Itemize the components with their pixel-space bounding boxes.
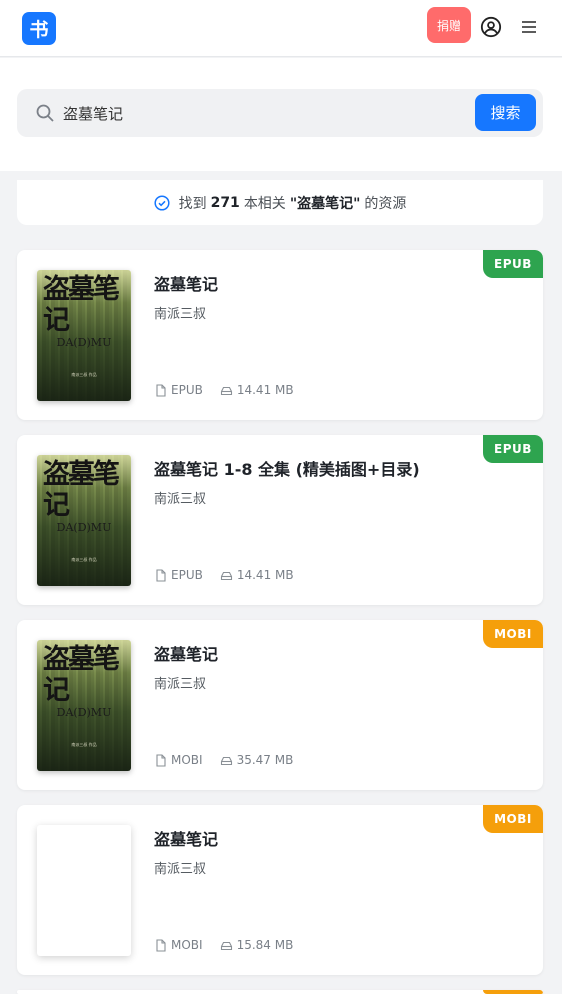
result-count: 271 [210,194,240,211]
book-cover[interactable]: 盗墓笔记 DA(D)MU 南派三叔 作品 [37,270,131,401]
book-card[interactable]: 盗墓笔记 DA(D)MU 南派三叔 作品 盗墓笔记 南派三叔 EPUB 14.4… [17,250,543,420]
storage-icon [220,756,232,765]
book-format: MOBI [171,753,203,767]
book-cover[interactable]: 盗墓笔记 DA(D)MU 南派三叔 作品 [37,455,131,586]
book-author: 南派三叔 [154,862,207,877]
book-size: 35.47 MB [236,753,294,767]
book-author: 南派三叔 [154,307,207,322]
search-button[interactable]: 搜索 [475,94,536,131]
cover-subtitle: DA(D)MU [56,521,112,534]
storage-icon [220,941,232,950]
book-size: 15.84 MB [236,938,294,952]
check-circle-icon [154,194,170,211]
cover-subtitle: DA(D)MU [56,706,112,719]
book-card[interactable]: 盗墓笔记 南派三叔 MOBI 15.84 MB MOBI [17,805,543,975]
result-query: "盗墓笔记" [289,195,361,212]
file-icon [156,568,166,582]
site-logo[interactable]: 书 [22,12,56,45]
book-cover-placeholder[interactable] [37,825,131,956]
top-header: 书 捐赠 [0,0,562,57]
format-badge: MOBI [483,620,543,648]
donate-button[interactable]: 捐赠 [427,7,471,43]
book-meta: MOBI 35.47 MB [154,753,293,767]
cover-credit: 南派三叔 作品 [71,742,97,747]
book-title[interactable]: 盗墓笔记 1-8 全集 (精美插图+目录) [154,456,420,480]
book-meta: EPUB 14.41 MB [154,383,294,397]
book-size: 14.41 MB [236,568,294,582]
format-badge: MOBI [483,805,543,833]
book-format: EPUB [171,568,203,582]
result-middle: 本相关 [243,195,286,212]
format-badge-partial [483,990,543,994]
book-author: 南派三叔 [154,492,207,507]
book-meta: MOBI 15.84 MB [154,938,293,952]
file-icon [156,383,166,397]
book-meta: EPUB 14.41 MB [154,568,294,582]
book-card-partial[interactable] [17,990,543,994]
search-section: 搜索 [0,58,562,171]
format-badge: EPUB [483,435,543,463]
search-bar: 搜索 [17,89,543,137]
search-input[interactable] [63,89,463,137]
cover-title: 盗墓笔记 [43,274,120,336]
result-suffix: 的资源 [364,195,407,212]
cover-credit: 南派三叔 作品 [71,557,97,562]
storage-icon [220,386,232,395]
cover-credit: 南派三叔 作品 [71,372,97,377]
book-title[interactable]: 盗墓笔记 [154,641,218,665]
book-card[interactable]: 盗墓笔记 DA(D)MU 南派三叔 作品 盗墓笔记 南派三叔 MOBI 35.4… [17,620,543,790]
result-summary: 找到 271 本相关 "盗墓笔记" 的资源 [17,180,543,225]
result-prefix: 找到 [178,195,207,212]
book-title[interactable]: 盗墓笔记 [154,826,218,850]
cover-title: 盗墓笔记 [43,459,120,521]
search-icon [36,104,54,122]
file-icon [156,753,166,767]
book-format: EPUB [171,383,203,397]
hamburger-menu-icon[interactable] [520,18,538,36]
book-format: MOBI [171,938,203,952]
book-author: 南派三叔 [154,677,207,692]
book-title[interactable]: 盗墓笔记 [154,271,218,295]
cover-title: 盗墓笔记 [43,644,120,706]
book-size: 14.41 MB [236,383,294,397]
cover-subtitle: DA(D)MU [56,336,112,349]
format-badge: EPUB [483,250,543,278]
file-icon [156,938,166,952]
user-account-icon[interactable] [480,16,502,38]
book-cover[interactable]: 盗墓笔记 DA(D)MU 南派三叔 作品 [37,640,131,771]
book-card[interactable]: 盗墓笔记 DA(D)MU 南派三叔 作品 盗墓笔记 1-8 全集 (精美插图+目… [17,435,543,605]
storage-icon [220,571,232,580]
